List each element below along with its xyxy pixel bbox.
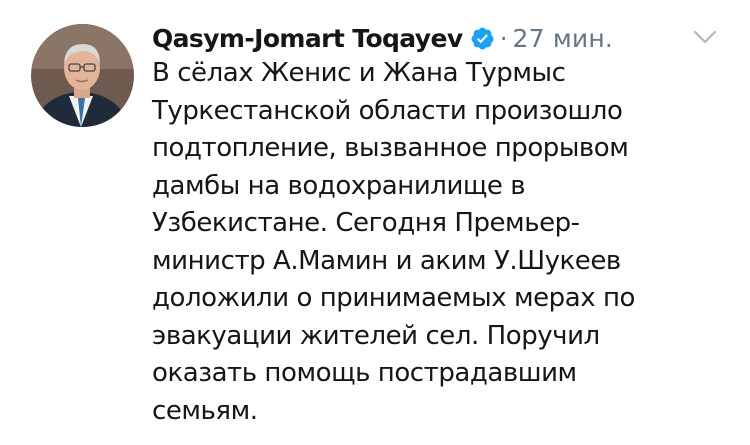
tweet-text-line: Туркестанской области произошло [152,95,623,126]
tweet[interactable]: Qasym-Jomart Toqayev · 27 мин. В сёлах Ж… [0,0,750,445]
header-separator: · [499,23,508,53]
tweet-timestamp[interactable]: 27 мин. [513,24,614,53]
profile-photo [31,24,134,127]
tweet-text-line: Узбекистане. Сегодня Премьер- [152,208,580,238]
author-avatar[interactable] [31,24,134,127]
tweet-text-line: министр А.Мамин и аким У.Шукеев [152,245,621,276]
chevron-down-icon[interactable] [692,27,718,47]
tweet-text-line: В сёлах Женис и Жана Турмыс [152,58,566,88]
tweet-text-line: эвакуации жителей сел. Поручил [152,320,600,351]
verified-badge-icon [470,26,495,51]
author-name[interactable]: Qasym-Jomart Toqayev [152,24,463,53]
tweet-text-line: оказать помощь пострадавшим [152,358,577,388]
tweet-text-line: дамбы на водохранилище в [152,170,526,201]
tweet-text-line: семьям. [152,395,258,426]
tweet-header: Qasym-Jomart Toqayev · 27 мин. [152,18,613,58]
tweet-text: В сёлах Женис и Жана Турмыс Туркестанско… [152,55,742,430]
tweet-text-line: доложили о принимаемых мерах по [152,283,635,313]
tweet-text-line: подтопление, вызванное прорывом [152,133,629,163]
